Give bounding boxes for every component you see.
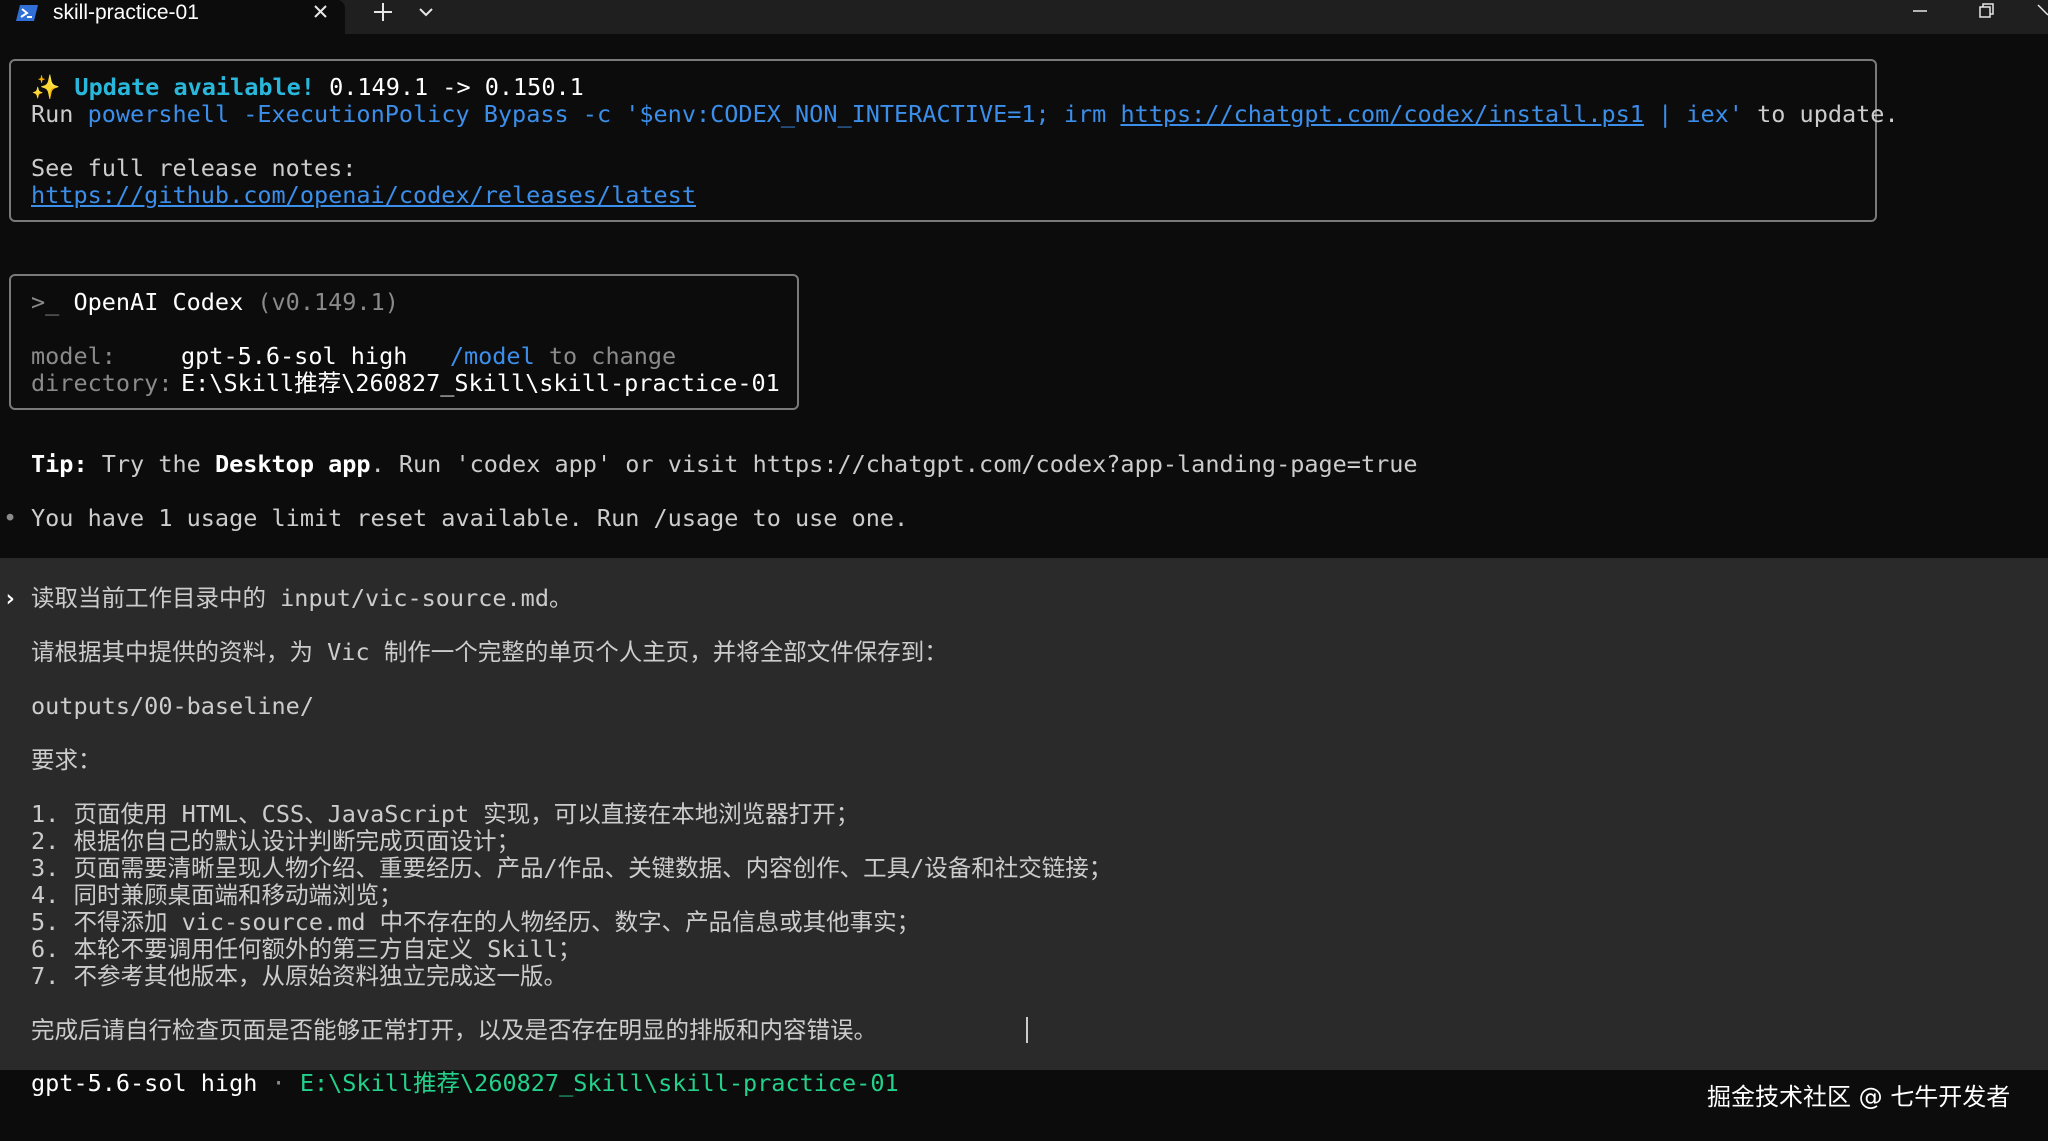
status-directory: E:\Skill推荐\260827_Skill\skill-practice-0… — [299, 1069, 899, 1097]
prompt-line: 3. 页面需要清晰呈现人物介绍、重要经历、产品/作品、关键数据、内容创作、工具/… — [31, 854, 1113, 882]
update-command-suffix: | iex' — [1643, 100, 1743, 128]
prompt-line: 要求： — [31, 746, 102, 774]
minimize-icon[interactable] — [1906, 0, 1934, 24]
update-headline: Update available! — [74, 73, 315, 101]
tip-line: Tip: Try the Desktop app. Run 'codex app… — [31, 451, 1418, 478]
prompt-line: 读取当前工作目录中的 input/vic-source.md。 — [31, 584, 573, 612]
app-version: (v0.149.1) — [257, 288, 399, 316]
directory-value-row: E:\Skill推荐\260827_Skill\skill-practice-0… — [181, 370, 780, 397]
prompt-line: 4. 同时兼顾桌面端和移动端浏览； — [31, 881, 403, 909]
model-hint-text: to change — [534, 342, 677, 370]
prompt-input-area[interactable]: › 读取当前工作目录中的 input/vic-source.md。请根据其中提供… — [0, 558, 2048, 1070]
status-model: gpt-5.6-sol high — [31, 1069, 258, 1097]
plus-icon[interactable] — [370, 0, 396, 24]
session-header: >_ OpenAI Codex (v0.149.1) — [31, 289, 399, 316]
prompt-line: 6. 本轮不要调用任何额外的第三方自定义 Skill； — [31, 935, 582, 963]
prompt-line: 5. 不得添加 vic-source.md 中不存在的人物经历、数字、产品信息或… — [31, 908, 921, 936]
release-notes-link[interactable]: https://github.com/openai/codex/releases… — [31, 182, 696, 209]
model-label: model: — [31, 342, 116, 370]
tip-bold: Desktop app — [214, 450, 371, 478]
prompt-line: 完成后请自行检查页面是否能够正常打开，以及是否存在明显的排版和内容错误。 — [31, 1016, 877, 1044]
notice-text: You have 1 usage limit reset available. … — [31, 504, 909, 532]
model-command: /model — [449, 342, 535, 370]
restore-icon[interactable] — [1972, 0, 2000, 24]
prompt-line: 请根据其中提供的资料，为 Vic 制作一个完整的单页个人主页，并将全部文件保存到… — [31, 638, 948, 666]
prompt-line: 2. 根据你自己的默认设计判断完成页面设计； — [31, 827, 520, 855]
close-icon[interactable] — [2032, 0, 2048, 24]
update-version: 0.149.1 -> 0.150.1 — [329, 73, 584, 101]
powershell-icon — [16, 5, 38, 21]
release-notes-label: See full release notes: — [31, 154, 357, 182]
directory-value: E:\Skill推荐\260827_Skill\skill-practice-0… — [181, 369, 780, 397]
watermark: 掘金技术社区 @ 七牛开发者 — [1707, 1083, 2011, 1111]
update-headline-line: ✨ Update available! 0.149.1 -> 0.150.1 — [31, 74, 584, 101]
update-command: powershell -ExecutionPolicy Bypass -c '$… — [87, 100, 1121, 128]
title-bar: skill-practice-01 — [0, 0, 2048, 34]
prompt-line: outputs/00-baseline/ — [31, 692, 314, 720]
model-row: model: — [31, 343, 116, 370]
terminal-prompt-icon: >_ — [31, 288, 60, 316]
sparkle-icon: ✨ — [31, 73, 61, 101]
terminal-window: skill-practice-01 ✨ Update available! 0.… — [0, 0, 2048, 1141]
notice-bullet: • — [3, 504, 18, 532]
model-value: gpt-5.6-sol high — [181, 342, 408, 370]
tip-label: Tip: — [31, 450, 88, 478]
app-name: OpenAI Codex — [73, 288, 244, 316]
prompt-marker: › — [3, 584, 18, 612]
tip-pre: Try the — [87, 450, 215, 478]
tab-title: skill-practice-01 — [53, 1, 199, 24]
to-update-text: to update. — [1742, 100, 1899, 128]
model-value-row: gpt-5.6-sol high /model to change — [181, 343, 676, 370]
text-cursor — [1026, 1017, 1028, 1043]
status-separator: · — [271, 1069, 286, 1097]
install-script-link[interactable]: https://chatgpt.com/codex/install.ps1 — [1120, 100, 1643, 128]
tip-post: . Run 'codex app' or visit https://chatg… — [370, 450, 1418, 478]
chevron-down-icon[interactable] — [416, 4, 436, 20]
run-label: Run — [31, 100, 74, 128]
directory-row: directory: — [31, 370, 172, 397]
directory-label: directory: — [31, 369, 173, 397]
prompt-line: 7. 不参考其他版本，从原始资料独立完成这一版。 — [31, 962, 567, 990]
tab-skill-practice[interactable]: skill-practice-01 — [0, 0, 345, 34]
status-line: gpt-5.6-sol high · E:\Skill推荐\260827_Ski… — [31, 1070, 899, 1097]
update-command-line: Run powershell -ExecutionPolicy Bypass -… — [31, 101, 1899, 128]
close-tab-icon[interactable] — [311, 2, 331, 22]
prompt-line: 1. 页面使用 HTML、CSS、JavaScript 实现，可以直接在本地浏览… — [31, 800, 860, 828]
